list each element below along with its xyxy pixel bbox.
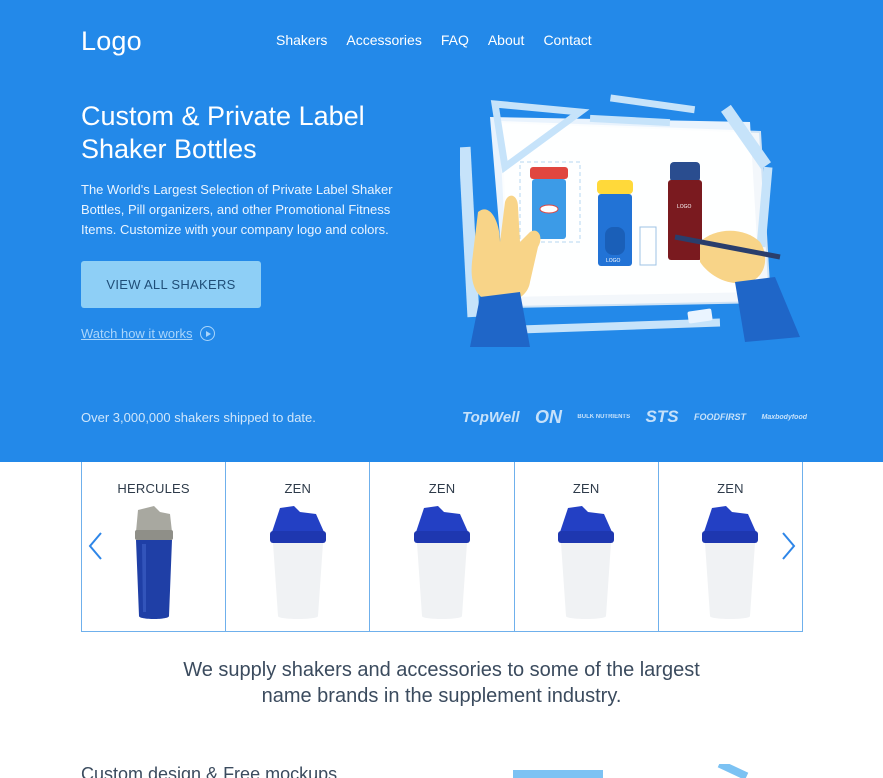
zen-bottle-image [558, 506, 615, 619]
nav-contact[interactable]: Contact [543, 32, 591, 48]
product-carousel: HERCULES ZEN ZEN ZEN ZEN [81, 462, 803, 632]
hero-title: Custom & Private Label Shaker Bottles [81, 100, 421, 166]
brands-tagline: We supply shakers and accessories to som… [0, 657, 883, 709]
hero-description: The World's Largest Selection of Private… [81, 182, 393, 237]
play-icon [199, 326, 215, 341]
section-heading-custom-design: Custom design & Free mockups [81, 764, 338, 778]
nav-shakers[interactable]: Shakers [276, 32, 327, 48]
illustration-logo-label-1: LOGO [606, 258, 621, 264]
hero-illustration: LOGO LOGO [460, 94, 800, 347]
brand-bulk-nutrients: BULK NUTRIENTS [577, 414, 631, 420]
logo[interactable]: Logo [81, 26, 142, 57]
main-nav: Shakers Accessories FAQ About Contact [276, 32, 611, 48]
hero-title-line1: Custom & Private Label [81, 101, 365, 131]
product-name: ZEN [572, 481, 600, 496]
chevron-right-icon[interactable] [778, 530, 798, 562]
product-name: ZEN [284, 481, 312, 496]
shipped-count-text: Over 3,000,000 shakers shipped to date. [81, 410, 316, 425]
brand-logos: TopWell ON BULK NUTRIENTS STS FOODFIRST … [462, 403, 807, 431]
section-illustration-peek [513, 764, 749, 778]
watch-how-it-works-link[interactable]: Watch how it works [81, 326, 215, 341]
view-all-shakers-button[interactable]: VIEW ALL SHAKERS [81, 261, 261, 308]
zen-bottle-image [414, 506, 470, 619]
zen-bottle-image [269, 506, 326, 619]
product-card-zen[interactable]: ZEN [370, 462, 515, 631]
product-name: ZEN [717, 481, 744, 496]
product-name: ZEN [428, 481, 456, 496]
hero-section: Logo Shakers Accessories FAQ About Conta… [0, 0, 883, 462]
hero-title-line2: Shaker Bottles [81, 134, 257, 164]
brand-sts: STS [645, 407, 679, 426]
tagline-line1: We supply shakers and accessories to som… [183, 659, 700, 681]
watch-link-label: Watch how it works [81, 326, 193, 341]
product-card-zen[interactable]: ZEN [514, 462, 659, 631]
nav-accessories[interactable]: Accessories [346, 32, 421, 48]
brand-foodfirst: FOODFIRST [694, 412, 747, 422]
product-name: HERCULES [117, 481, 190, 496]
tagline-line2: name brands in the supplement industry. [261, 685, 622, 707]
brand-maxbodyfood: Maxbodyfood [761, 413, 808, 421]
product-card-zen[interactable]: ZEN [226, 462, 371, 631]
chevron-left-icon[interactable] [86, 530, 106, 562]
nav-about[interactable]: About [488, 32, 525, 48]
brand-on: ON [534, 406, 562, 427]
brand-topwell: TopWell [462, 408, 520, 426]
illustration-logo-label-2: LOGO [677, 204, 692, 210]
zen-bottle-image [702, 506, 759, 619]
nav-faq[interactable]: FAQ [441, 32, 469, 48]
hercules-bottle-image [134, 506, 173, 619]
